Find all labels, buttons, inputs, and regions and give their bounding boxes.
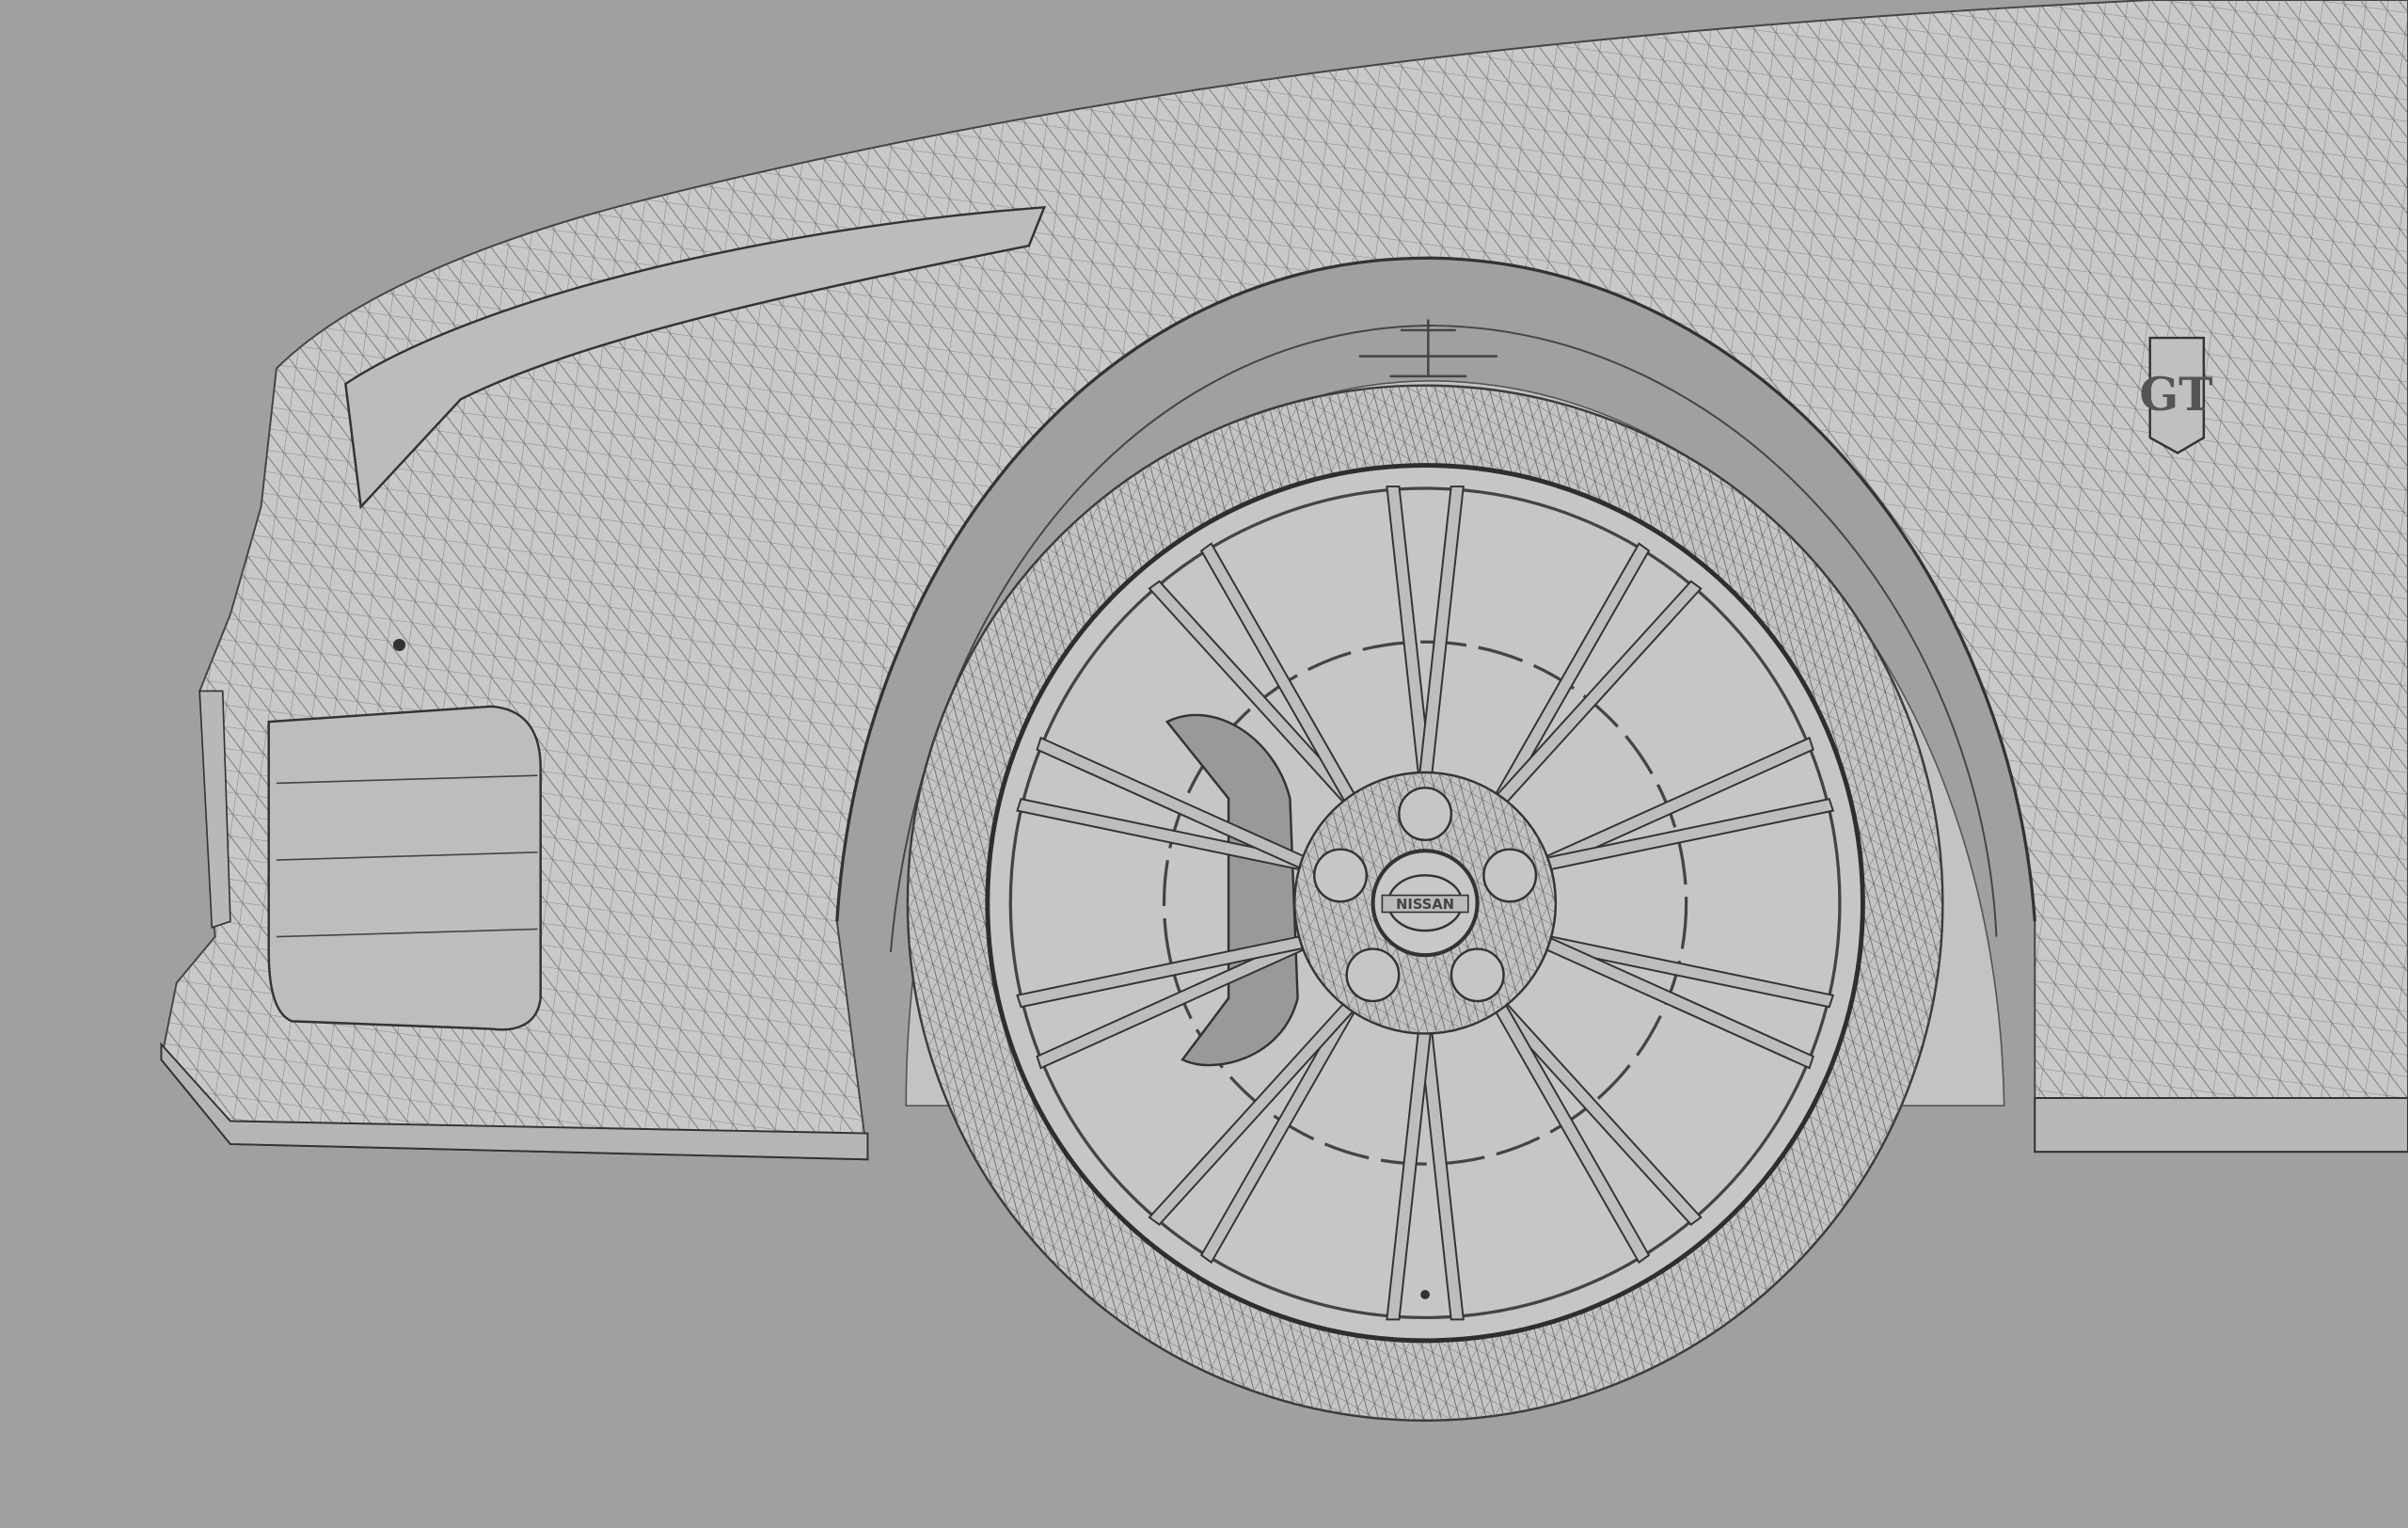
sensor-dot <box>392 638 406 652</box>
side-skirt <box>2034 1097 2408 1154</box>
gt-emblem: GT <box>2139 336 2213 454</box>
emblem-text: GT <box>2139 367 2212 422</box>
valve-stem <box>1420 1290 1430 1299</box>
lug-nut <box>1450 947 1505 1003</box>
center-cap-logo: NISSAN <box>1396 897 1454 913</box>
lug-nut <box>1482 848 1538 903</box>
lug-nut <box>1398 787 1453 842</box>
bumper-intake <box>267 705 542 1031</box>
center-cap: NISSAN <box>1370 849 1480 958</box>
lug-nut <box>1345 947 1401 1003</box>
wireframe-viewport: GT NISSAN <box>160 0 2408 1422</box>
front-wheel: NISSAN <box>906 384 1944 1422</box>
lug-nut <box>1313 848 1369 903</box>
